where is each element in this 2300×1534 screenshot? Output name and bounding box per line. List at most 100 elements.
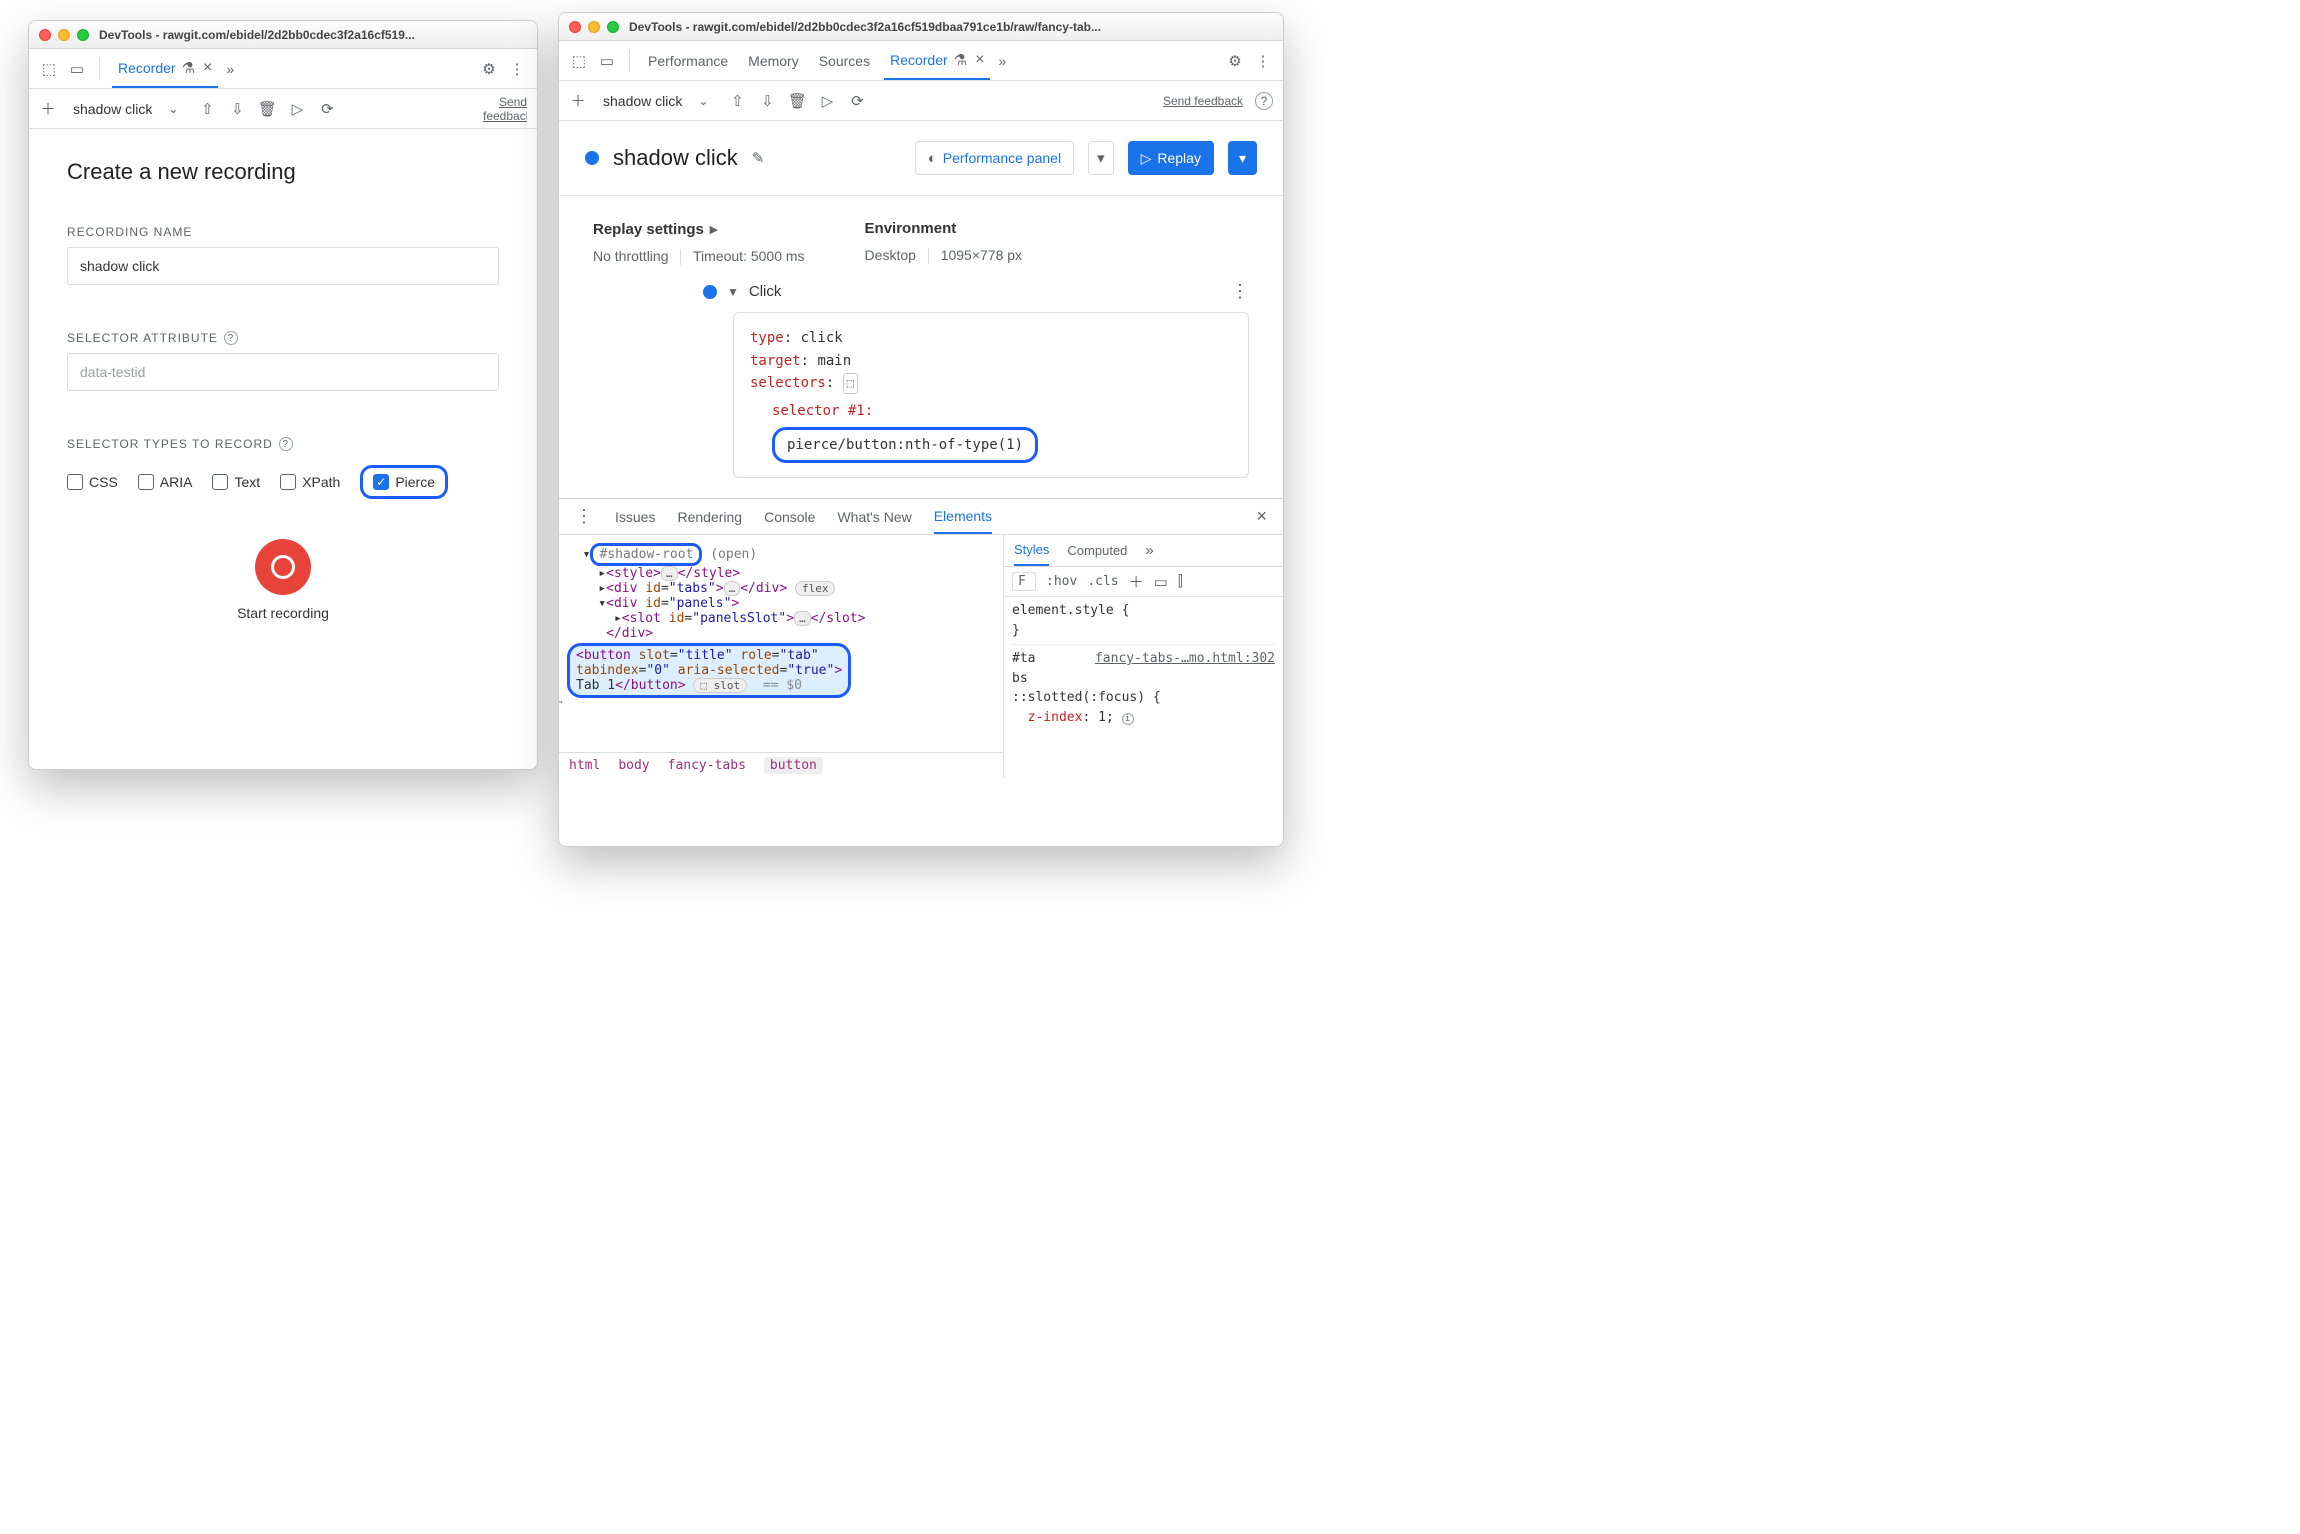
settings-gear-icon[interactable]: ⚙ bbox=[479, 59, 499, 79]
collapse-icon[interactable]: ▼ bbox=[727, 285, 739, 299]
add-recording-icon[interactable]: ＋ bbox=[39, 100, 57, 118]
new-rule-icon[interactable]: ＋ bbox=[1129, 571, 1144, 592]
edit-name-icon[interactable]: ✎ bbox=[752, 149, 765, 167]
close-tab-icon[interactable]: × bbox=[975, 51, 984, 69]
rule-source-link[interactable]: fancy-tabs-…mo.html:302 bbox=[1095, 649, 1275, 669]
more-tabs-icon[interactable]: » bbox=[998, 53, 1006, 69]
settings-gear-icon[interactable]: ⚙ bbox=[1225, 51, 1245, 71]
import-icon[interactable]: ⇩ bbox=[758, 92, 776, 110]
drawer-tab-console[interactable]: Console bbox=[764, 509, 815, 525]
delete-icon[interactable]: 🗑 bbox=[788, 92, 806, 110]
replay-button[interactable]: ▷ Replay bbox=[1128, 141, 1214, 175]
status-dot-icon bbox=[585, 151, 599, 165]
kebab-menu-icon[interactable]: ⋮ bbox=[507, 59, 527, 79]
cls-toggle[interactable]: .cls bbox=[1087, 574, 1118, 589]
play-step-icon[interactable]: ▷ bbox=[818, 92, 836, 110]
inspect-icon[interactable]: ⬚ bbox=[39, 59, 59, 79]
help-icon[interactable]: ? bbox=[279, 437, 293, 451]
slow-replay-icon[interactable]: ⟳ bbox=[848, 92, 866, 110]
recording-dropdown-icon[interactable]: ⌄ bbox=[698, 94, 708, 108]
recording-name-display: shadow click bbox=[69, 101, 156, 117]
drawer-close-icon[interactable]: × bbox=[1256, 506, 1267, 527]
bc-button[interactable]: button bbox=[764, 757, 823, 774]
traffic-lights[interactable] bbox=[569, 21, 619, 33]
zoom-icon[interactable] bbox=[77, 29, 89, 41]
hov-toggle[interactable]: :hov bbox=[1046, 574, 1077, 589]
device-toggle-icon[interactable]: ▭ bbox=[67, 59, 87, 79]
step-menu-icon[interactable]: ⋮ bbox=[1231, 281, 1249, 302]
computed-styles-icon[interactable]: ▭ bbox=[1154, 573, 1168, 591]
minimize-icon[interactable] bbox=[58, 29, 70, 41]
traffic-lights[interactable] bbox=[39, 29, 89, 41]
send-feedback-link[interactable]: Send feedback bbox=[1163, 94, 1243, 108]
performance-panel-button[interactable]: ◐ Performance panel bbox=[915, 141, 1074, 175]
help-icon[interactable]: ? bbox=[1255, 92, 1273, 110]
device-toggle-icon[interactable]: ▭ bbox=[597, 51, 617, 71]
performance-panel-dropdown[interactable]: ▾ bbox=[1088, 141, 1114, 175]
toggle-sidebar-icon[interactable]: ⫿ bbox=[1178, 573, 1183, 590]
slow-replay-icon[interactable]: ⟳ bbox=[318, 100, 336, 118]
close-icon[interactable] bbox=[39, 29, 51, 41]
import-icon[interactable]: ⇩ bbox=[228, 100, 246, 118]
close-tab-icon[interactable]: × bbox=[203, 59, 212, 77]
record-icon[interactable] bbox=[255, 539, 311, 595]
drawer-menu-icon[interactable]: ⋮ bbox=[575, 506, 593, 527]
export-icon[interactable]: ⇧ bbox=[728, 92, 746, 110]
drawer-tab-rendering[interactable]: Rendering bbox=[677, 509, 742, 525]
delete-icon[interactable]: 🗑 bbox=[258, 100, 276, 118]
bc-fancy-tabs[interactable]: fancy-tabs bbox=[668, 758, 746, 773]
tab-memory[interactable]: Memory bbox=[742, 41, 805, 80]
export-icon[interactable]: ⇧ bbox=[198, 100, 216, 118]
drawer-tab-issues[interactable]: Issues bbox=[615, 509, 655, 525]
inspect-selector-icon[interactable]: ⬚ bbox=[843, 373, 858, 394]
tab-recorder[interactable]: Recorder ⚗ × bbox=[112, 49, 218, 88]
flex-badge[interactable]: flex bbox=[795, 581, 836, 596]
styles-tab-styles[interactable]: Styles bbox=[1014, 535, 1049, 566]
minimize-icon[interactable] bbox=[588, 21, 600, 33]
label-recording-name: RECORDING NAME bbox=[67, 225, 499, 239]
replay-settings-heading[interactable]: Replay settings▸ bbox=[593, 220, 805, 238]
recording-dropdown-icon[interactable]: ⌄ bbox=[168, 102, 178, 116]
checkbox-css[interactable]: CSS bbox=[67, 474, 118, 490]
drawer-tab-whatsnew[interactable]: What's New bbox=[837, 509, 911, 525]
overflow-icon[interactable]: ⋯ bbox=[559, 695, 563, 710]
bc-html[interactable]: html bbox=[569, 758, 600, 773]
checkbox-xpath[interactable]: XPath bbox=[280, 474, 340, 490]
selected-element-highlight: <button slot="title" role="tab" tabindex… bbox=[567, 643, 851, 698]
more-tabs-icon[interactable]: » bbox=[226, 61, 234, 77]
styles-tab-computed[interactable]: Computed bbox=[1067, 543, 1127, 558]
close-icon[interactable] bbox=[569, 21, 581, 33]
send-feedback-link[interactable]: Send feedback bbox=[483, 95, 527, 123]
selector-value-highlight: pierce/button:nth-of-type(1) bbox=[772, 427, 1038, 463]
tab-recorder[interactable]: Recorder ⚗ × bbox=[884, 41, 990, 80]
rule-element-style[interactable]: element.style { bbox=[1012, 601, 1275, 621]
bc-body[interactable]: body bbox=[618, 758, 649, 773]
slot-badge[interactable]: ⬚ slot bbox=[693, 678, 747, 693]
replay-dropdown[interactable]: ▾ bbox=[1228, 141, 1257, 175]
start-recording-button[interactable]: Start recording bbox=[67, 539, 499, 621]
dom-tree[interactable]: ▾#shadow-root (open) ▸<style>…</style> ▸… bbox=[559, 535, 1003, 778]
step-header[interactable]: ▼ Click ⋮ bbox=[703, 281, 1249, 302]
styles-rules[interactable]: element.style { } #ta bs fancy-tabs-…mo.… bbox=[1004, 597, 1283, 778]
play-step-icon[interactable]: ▷ bbox=[288, 100, 306, 118]
zoom-icon[interactable] bbox=[607, 21, 619, 33]
rule-slotted[interactable]: #ta bs fancy-tabs-…mo.html:302 ::slotted… bbox=[1012, 644, 1275, 727]
drawer-tab-elements[interactable]: Elements bbox=[934, 499, 992, 534]
kebab-menu-icon[interactable]: ⋮ bbox=[1253, 51, 1273, 71]
dom-breadcrumb[interactable]: html body fancy-tabs button bbox=[559, 752, 1003, 778]
add-recording-icon[interactable]: ＋ bbox=[569, 92, 587, 110]
selector-attribute-input[interactable]: data-testid bbox=[67, 353, 499, 391]
checkbox-aria[interactable]: ARIA bbox=[138, 474, 193, 490]
recording-name-input[interactable]: shadow click bbox=[67, 247, 499, 285]
tab-performance[interactable]: Performance bbox=[642, 41, 734, 80]
more-tabs-icon[interactable]: » bbox=[1145, 542, 1153, 559]
styles-filter-input[interactable]: F bbox=[1012, 572, 1036, 591]
checkbox-text[interactable]: Text bbox=[212, 474, 260, 490]
help-icon[interactable]: ? bbox=[224, 331, 238, 345]
drawer: ⋮ Issues Rendering Console What's New El… bbox=[559, 498, 1283, 778]
styles-tabs: Styles Computed » bbox=[1004, 535, 1283, 567]
tab-sources[interactable]: Sources bbox=[813, 41, 876, 80]
checkbox-pierce[interactable]: ✓Pierce bbox=[373, 474, 435, 490]
inspect-icon[interactable]: ⬚ bbox=[569, 51, 589, 71]
info-icon[interactable]: i bbox=[1122, 713, 1134, 725]
